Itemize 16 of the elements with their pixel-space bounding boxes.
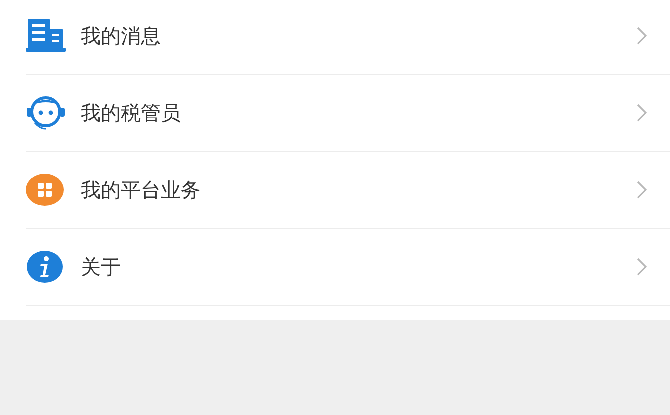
chevron-icon — [636, 257, 648, 277]
chevron-icon — [636, 103, 648, 123]
building-icon — [26, 19, 66, 53]
grid-icon — [26, 173, 64, 207]
menu-label: 我的消息 — [81, 22, 162, 50]
info-icon — [26, 250, 64, 284]
menu-item[interactable]: 我的平台业务 — [26, 152, 670, 229]
chevron-icon — [636, 26, 648, 46]
menu-item[interactable]: 我的税管员 — [26, 75, 670, 152]
menu-item[interactable]: 关于 — [26, 229, 670, 306]
headset-face-icon — [26, 95, 66, 131]
menu-label: 我的税管员 — [81, 100, 182, 126]
menu-label: 我的平台业务 — [81, 176, 202, 204]
menu-label: 关于 — [81, 254, 122, 280]
menu-item[interactable]: 我的消息 — [26, 0, 670, 75]
chevron-icon — [636, 180, 648, 200]
